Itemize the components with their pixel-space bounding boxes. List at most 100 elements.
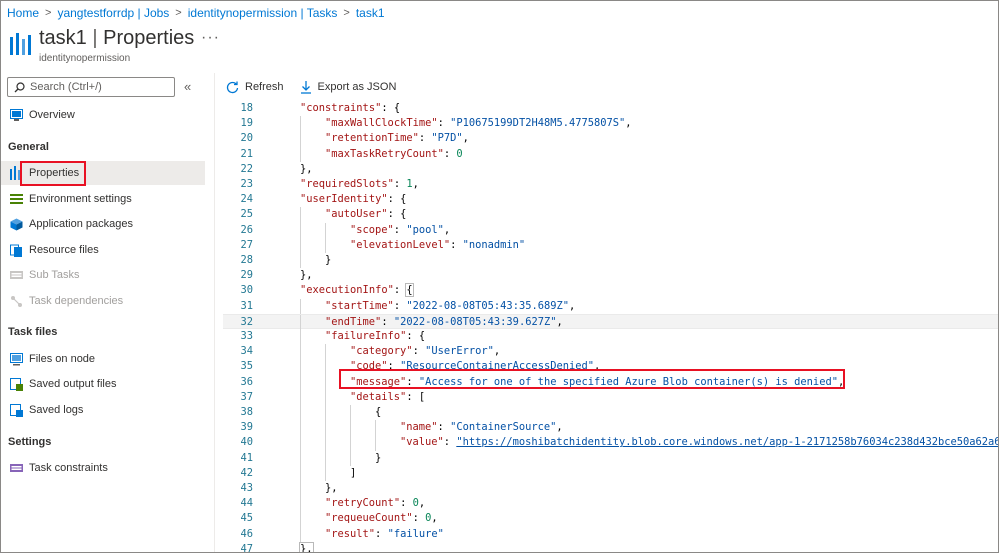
line-number: 37 — [240, 390, 253, 403]
json-punctuation: , — [493, 345, 501, 358]
chevron-right-icon: > — [343, 7, 350, 19]
sidebar-item-label: Application packages — [29, 218, 133, 230]
indent-guide — [300, 131, 301, 147]
sidebar-item-application-packages[interactable]: Application packages — [1, 212, 205, 236]
code-line[interactable]: 41} — [223, 450, 998, 466]
json-punctuation: : — [381, 315, 394, 328]
json-key: "maxWallClockTime" — [325, 117, 438, 130]
json-punctuation: } — [325, 254, 332, 266]
json-punctuation: , — [625, 117, 632, 130]
page-title-section: Properties — [103, 27, 195, 49]
code-text: ] — [350, 466, 356, 481]
indent-guide — [300, 526, 301, 542]
sidebar-item-files-on-node[interactable]: Files on node — [1, 347, 205, 371]
indent-guide — [300, 146, 301, 162]
code-line[interactable]: 18 "constraints": { — [223, 101, 998, 116]
code-line[interactable]: 24 "userIdentity": { — [223, 192, 998, 207]
json-code-editor[interactable]: 18 "constraints": {19 "maxWallClockTime": … — [223, 100, 998, 552]
code-line[interactable]: 30 "executionInfo": { — [223, 283, 998, 298]
line-number: 33 — [240, 330, 253, 342]
indent-guide — [350, 450, 351, 466]
indent-guide — [300, 450, 301, 466]
breadcrumb-jobs[interactable]: yangtestforrdp | Jobs — [57, 6, 169, 20]
indent-guide — [325, 465, 326, 481]
breadcrumb-task[interactable]: task1 — [356, 6, 385, 20]
page-subtitle: identitynopermission — [39, 53, 131, 64]
search-icon — [14, 81, 25, 92]
refresh-button[interactable]: Refresh — [226, 81, 284, 94]
overview-icon — [9, 108, 23, 122]
code-line[interactable]: 43}, — [223, 481, 998, 497]
indent-guide — [325, 420, 326, 436]
code-text: }, — [300, 162, 313, 177]
search-input[interactable]: Search (Ctrl+/) — [7, 77, 175, 97]
breadcrumb: Home > yangtestforrdp | Jobs > identityn… — [7, 5, 385, 21]
code-line[interactable]: 40 "value": "https://moshibatchidentity.b… — [223, 435, 998, 451]
json-punctuation: { — [375, 406, 382, 418]
sidebar-item-label: Resource files — [29, 244, 99, 256]
json-punctuation: , — [418, 497, 426, 510]
code-line[interactable]: 19 "maxWallClockTime": "P10675199DT2H48M5… — [223, 116, 998, 132]
download-icon — [300, 80, 311, 94]
json-key: "constraints" — [300, 102, 382, 114]
line-number: 29 — [240, 269, 253, 282]
indent-guide — [300, 222, 301, 238]
code-line[interactable]: 47}, — [223, 541, 998, 552]
code-line[interactable]: 37 "details": [ — [223, 389, 998, 405]
sidebar-item-saved-logs[interactable]: Saved logs — [1, 398, 205, 422]
code-line[interactable]: 38 { — [223, 405, 998, 421]
code-line[interactable]: 42] — [223, 465, 998, 481]
sidebar-item-overview[interactable]: Overview — [1, 103, 205, 127]
code-line[interactable]: 39 "name": "ContainerSource", — [223, 420, 998, 436]
code-text: "failureInfo": { — [325, 329, 425, 344]
breadcrumb-home[interactable]: Home — [7, 6, 39, 20]
json-url[interactable]: "https://moshibatchidentity.blob.core.wi… — [456, 436, 998, 448]
sidebar-item-task-constraints[interactable]: Task constraints — [1, 456, 205, 480]
json-key: "name" — [400, 421, 438, 434]
code-text: "details": [ — [350, 390, 425, 405]
code-line[interactable]: 46 "result": "failure" — [223, 526, 998, 542]
code-line[interactable]: 33 "failureInfo": { — [223, 329, 998, 345]
json-punctuation: : [ — [406, 390, 426, 403]
code-line[interactable]: 44 "retryCount": 0, — [223, 496, 998, 512]
code-line[interactable]: 45 "requeueCount": 0, — [223, 511, 998, 527]
json-punctuation: }, — [300, 162, 313, 175]
code-line[interactable]: 21 "maxTaskRetryCount": 0 — [223, 146, 998, 162]
json-punctuation: : — [375, 527, 388, 540]
export-json-button[interactable]: Export as JSON — [300, 80, 396, 94]
sidebar-item-task-dependencies[interactable]: Task dependencies — [1, 289, 205, 313]
breadcrumb-tasks[interactable]: identitynopermission | Tasks — [188, 6, 338, 20]
json-key: "details" — [350, 390, 407, 403]
code-line[interactable]: 23 "requiredSlots": 1, — [223, 177, 998, 192]
code-line[interactable]: 34 "category": "UserError", — [223, 344, 998, 360]
code-text: { — [375, 405, 381, 420]
sidebar-item-resource-files[interactable]: Resource files — [1, 238, 205, 262]
json-string: "pool" — [406, 223, 444, 236]
sidebar-item-label: Files on node — [29, 353, 96, 365]
code-text: "userIdentity": { — [300, 192, 406, 207]
code-line[interactable]: 20 "retentionTime": "P7D", — [223, 131, 998, 147]
code-line[interactable]: 28} — [223, 253, 998, 269]
line-number: 20 — [240, 132, 253, 145]
code-line[interactable]: 22}, — [223, 162, 998, 177]
section-heading-general: General — [8, 141, 49, 153]
json-string: "2022-08-08T05:43:35.689Z" — [406, 299, 569, 312]
code-line[interactable]: 29}, — [223, 268, 998, 283]
sidebar-item-properties[interactable]: Properties — [1, 161, 205, 186]
sidebar-item-saved-output-files[interactable]: Saved output files — [1, 372, 205, 396]
json-punctuation: : { — [406, 330, 426, 342]
indent-guide — [300, 481, 301, 497]
code-line[interactable]: 31 "startTime": "2022-08-08T05:43:35.689Z… — [223, 298, 998, 314]
sidebar-item-sub-tasks[interactable]: Sub Tasks — [1, 263, 205, 287]
more-options-icon[interactable]: ··· — [201, 29, 220, 47]
collapse-sidebar-icon[interactable]: « — [184, 79, 191, 94]
json-punctuation: : — [393, 299, 407, 312]
code-line[interactable]: 27 "elevationLevel": "nonadmin" — [223, 237, 998, 253]
task-properties-icon — [9, 33, 31, 57]
line-number: 21 — [240, 147, 253, 160]
code-line[interactable]: 26 "scope": "pool", — [223, 222, 998, 238]
sidebar-item-environment-settings[interactable]: Environment settings — [1, 187, 205, 211]
code-line[interactable]: 32 "endTime": "2022-08-08T05:43:39.627Z", — [223, 313, 998, 330]
code-line[interactable]: 25 "autoUser": { — [223, 207, 998, 223]
json-key: "scope" — [350, 223, 394, 236]
